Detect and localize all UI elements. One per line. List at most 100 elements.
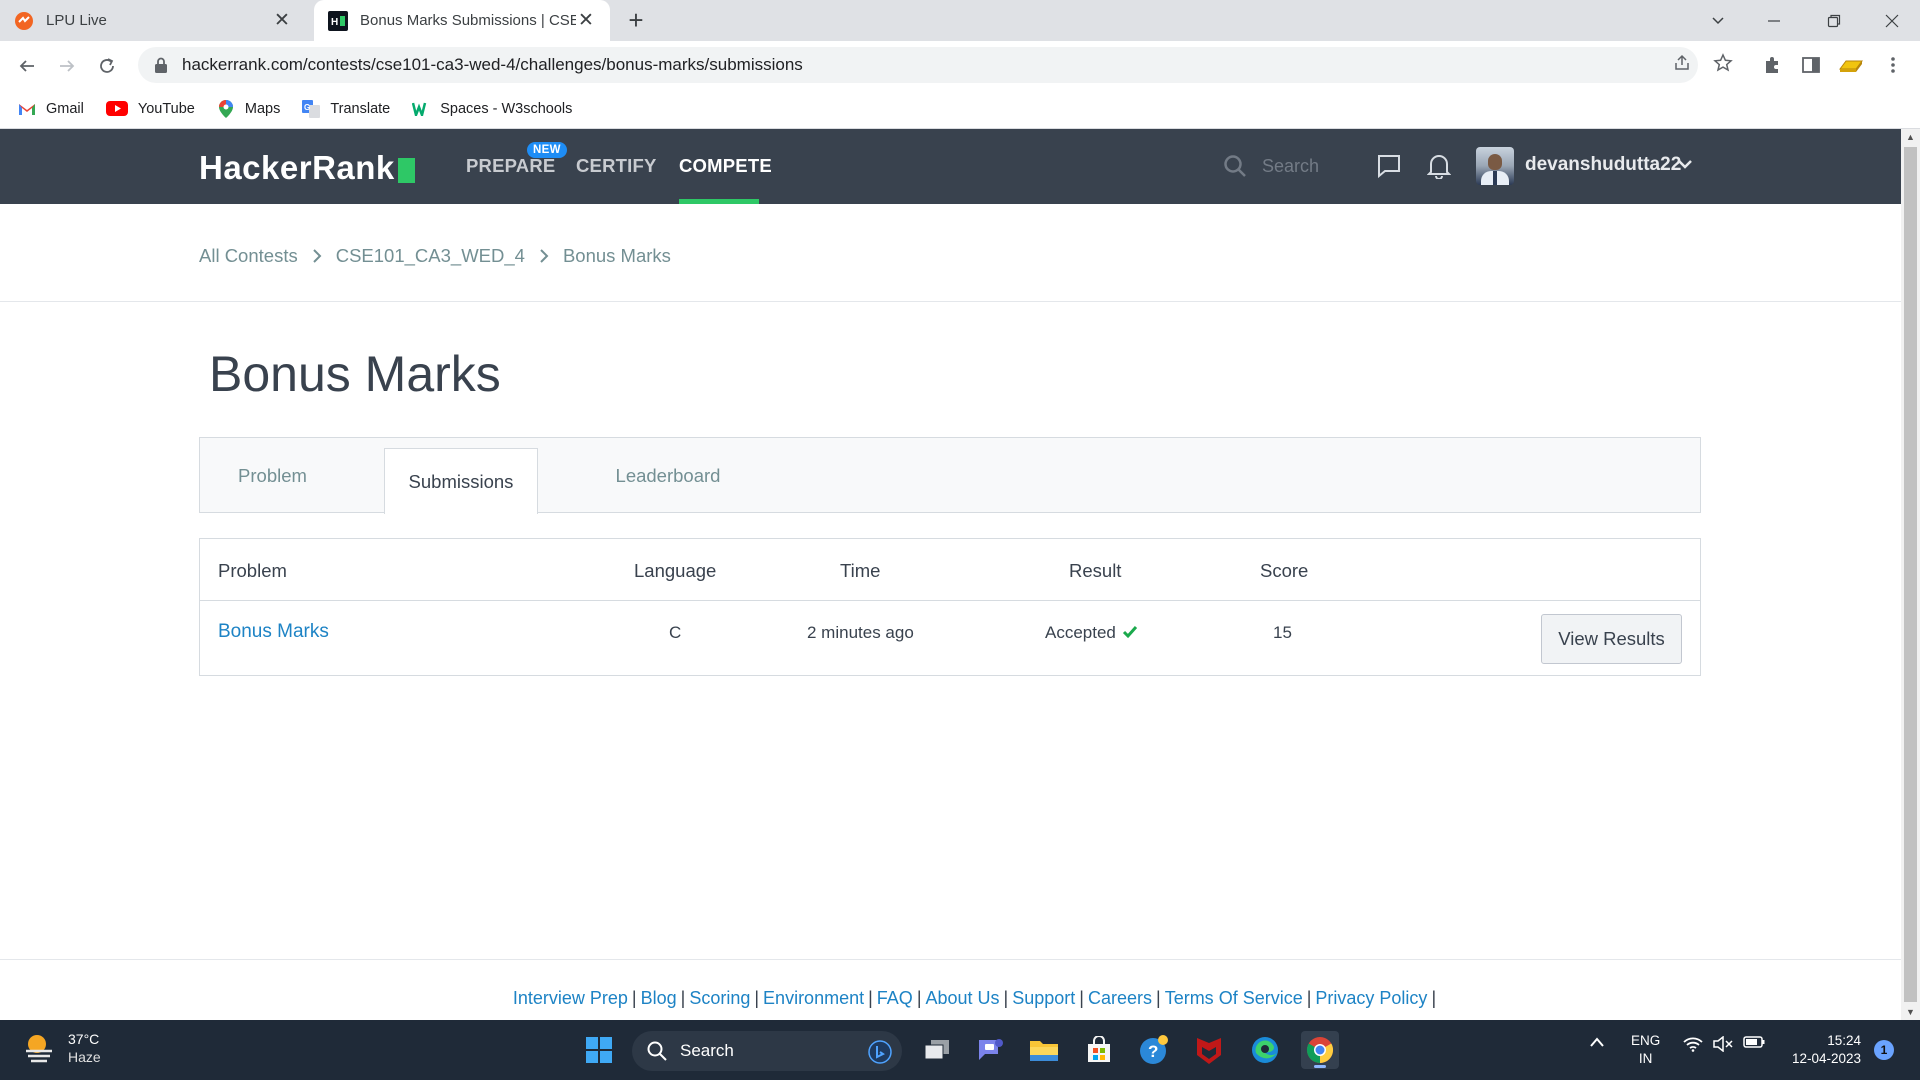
footer-link-interview-prep[interactable]: Interview Prep [513, 988, 628, 1008]
tab-problem[interactable]: Problem [200, 438, 345, 514]
lang-region: IN [1638, 1051, 1653, 1066]
mcafee-icon[interactable] [1190, 1031, 1228, 1069]
messages-icon[interactable] [1374, 151, 1404, 181]
bookmark-label: Spaces - W3schools [440, 100, 573, 117]
bookmark-label: Translate [330, 100, 391, 117]
tab-close-icon[interactable]: ✕ [272, 9, 292, 32]
view-results-button[interactable]: View Results [1541, 614, 1682, 664]
scroll-up-arrow-icon[interactable]: ▲ [1901, 129, 1920, 145]
search-placeholder: Search [1262, 155, 1320, 176]
chevron-right-icon [313, 249, 322, 263]
footer-link-privacy[interactable]: Privacy Policy [1315, 988, 1427, 1008]
nav-prepare[interactable]: PREPARE [466, 155, 555, 177]
tray-overflow-chevron-icon[interactable] [1587, 1036, 1607, 1048]
system-clock[interactable]: 15:24 12-04-2023 [1781, 1032, 1861, 1068]
footer-link-about-us[interactable]: About Us [926, 988, 1000, 1008]
username[interactable]: devanshudutta22 [1525, 154, 1681, 176]
weather-widget[interactable]: 37°C Haze [22, 1030, 101, 1066]
share-icon[interactable] [1670, 51, 1694, 75]
header-result: Result [1069, 560, 1122, 581]
weather-condition: Haze [68, 1049, 101, 1065]
bookmark-gmail[interactable]: Gmail [18, 100, 84, 118]
tab-leaderboard[interactable]: Leaderboard [568, 438, 768, 514]
close-window-icon[interactable] [1864, 0, 1920, 41]
user-avatar[interactable] [1476, 147, 1514, 185]
notifications-bell-icon[interactable] [1424, 151, 1454, 181]
nav-search[interactable]: Search [1222, 153, 1319, 179]
header-problem: Problem [218, 560, 287, 581]
new-badge: NEW [527, 142, 567, 158]
footer-link-blog[interactable]: Blog [641, 988, 677, 1008]
footer-link-environment[interactable]: Environment [763, 988, 864, 1008]
chevron-down-icon[interactable] [1676, 155, 1694, 173]
back-arrow-icon[interactable] [11, 50, 43, 82]
side-panel-icon[interactable] [1797, 51, 1825, 79]
logo-text: HackerRank [199, 149, 395, 186]
task-view-icon[interactable] [918, 1031, 956, 1069]
kebab-menu-icon[interactable] [1879, 51, 1907, 79]
wifi-icon[interactable] [1682, 1036, 1704, 1052]
lang-code: ENG [1631, 1033, 1661, 1048]
bookmark-star-icon[interactable] [1711, 51, 1735, 75]
browser-toolbar: hackerrank.com/contests/cse101-ca3-wed-4… [0, 41, 1920, 89]
input-language-indicator[interactable]: ENG IN [1631, 1032, 1660, 1068]
bookmark-label: YouTube [137, 100, 195, 117]
clock-date: 12-04-2023 [1791, 1051, 1861, 1066]
battery-icon[interactable] [1742, 1036, 1766, 1048]
file-explorer-icon[interactable] [1025, 1031, 1063, 1069]
url-text: hackerrank.com/contests/cse101-ca3-wed-4… [182, 55, 803, 74]
result-text: Accepted [1045, 623, 1116, 642]
tab-submissions[interactable]: Submissions [384, 448, 538, 514]
bookmark-label: Maps [244, 100, 281, 117]
forward-arrow-icon[interactable] [51, 50, 83, 82]
w3schools-icon [412, 100, 430, 118]
breadcrumb-contest[interactable]: CSE101_CA3_WED_4 [336, 245, 525, 267]
footer-link-scoring[interactable]: Scoring [689, 988, 750, 1008]
restore-icon[interactable] [1806, 0, 1862, 41]
page-scrollbar[interactable]: ▲ ▼ [1901, 129, 1920, 1020]
gold-bar-extension-icon[interactable] [1837, 51, 1865, 79]
svg-text:?: ? [1148, 1042, 1158, 1061]
chevron-right-icon [540, 249, 549, 263]
teams-chat-icon[interactable] [971, 1031, 1009, 1069]
tab-close-icon[interactable]: ✕ [576, 9, 596, 32]
bookmark-label: Gmail [46, 100, 84, 117]
browser-tab-lpu-live[interactable]: LPU Live ✕ [0, 0, 306, 41]
get-help-icon[interactable]: ? [1135, 1031, 1173, 1069]
breadcrumb-all-contests[interactable]: All Contests [199, 245, 298, 267]
bookmark-w3schools[interactable]: Spaces - W3schools [412, 100, 572, 118]
edge-browser-icon[interactable] [1246, 1031, 1284, 1069]
chrome-browser-icon[interactable] [1301, 1031, 1339, 1069]
active-app-indicator [1314, 1065, 1326, 1068]
footer-link-support[interactable]: Support [1012, 988, 1075, 1008]
reload-icon[interactable] [91, 50, 123, 82]
tab-search-chevron-icon[interactable] [1690, 0, 1746, 41]
scrollbar-thumb[interactable] [1904, 147, 1917, 1002]
start-windows-icon[interactable] [580, 1031, 618, 1069]
hackerrank-logo[interactable]: HackerRank [199, 149, 415, 187]
tab-title: LPU Live [46, 12, 107, 29]
nav-compete[interactable]: COMPETE [679, 155, 772, 177]
microsoft-store-icon[interactable] [1080, 1031, 1118, 1069]
notification-count-badge[interactable]: 1 [1874, 1040, 1894, 1060]
footer-link-faq[interactable]: FAQ [877, 988, 913, 1008]
submission-problem-link[interactable]: Bonus Marks [218, 621, 329, 643]
active-nav-underline [679, 199, 759, 204]
minimize-icon[interactable] [1746, 0, 1802, 41]
bookmark-translate[interactable]: G Translate [302, 99, 391, 118]
footer-link-careers[interactable]: Careers [1088, 988, 1152, 1008]
bookmark-maps[interactable]: Maps [217, 99, 281, 118]
submission-time: 2 minutes ago [807, 623, 914, 642]
footer-link-terms[interactable]: Terms Of Service [1165, 988, 1303, 1008]
address-bar[interactable]: hackerrank.com/contests/cse101-ca3-wed-4… [138, 47, 1698, 83]
taskbar-search-label: Search [680, 1041, 734, 1060]
extensions-puzzle-icon[interactable] [1758, 51, 1786, 79]
bookmark-youtube[interactable]: YouTube [105, 100, 195, 118]
nav-certify[interactable]: CERTIFY [576, 155, 657, 177]
speaker-muted-icon[interactable] [1712, 1036, 1734, 1052]
taskbar-search[interactable]: Search [632, 1031, 902, 1071]
scroll-down-arrow-icon[interactable]: ▼ [1901, 1004, 1920, 1020]
submissions-table: Problem Language Time Result Score Bonus… [199, 538, 1701, 676]
browser-tab-bonus-marks[interactable]: H Bonus Marks Submissions | CSE1 ✕ [314, 0, 610, 41]
new-tab-plus-icon[interactable]: + [622, 6, 650, 34]
